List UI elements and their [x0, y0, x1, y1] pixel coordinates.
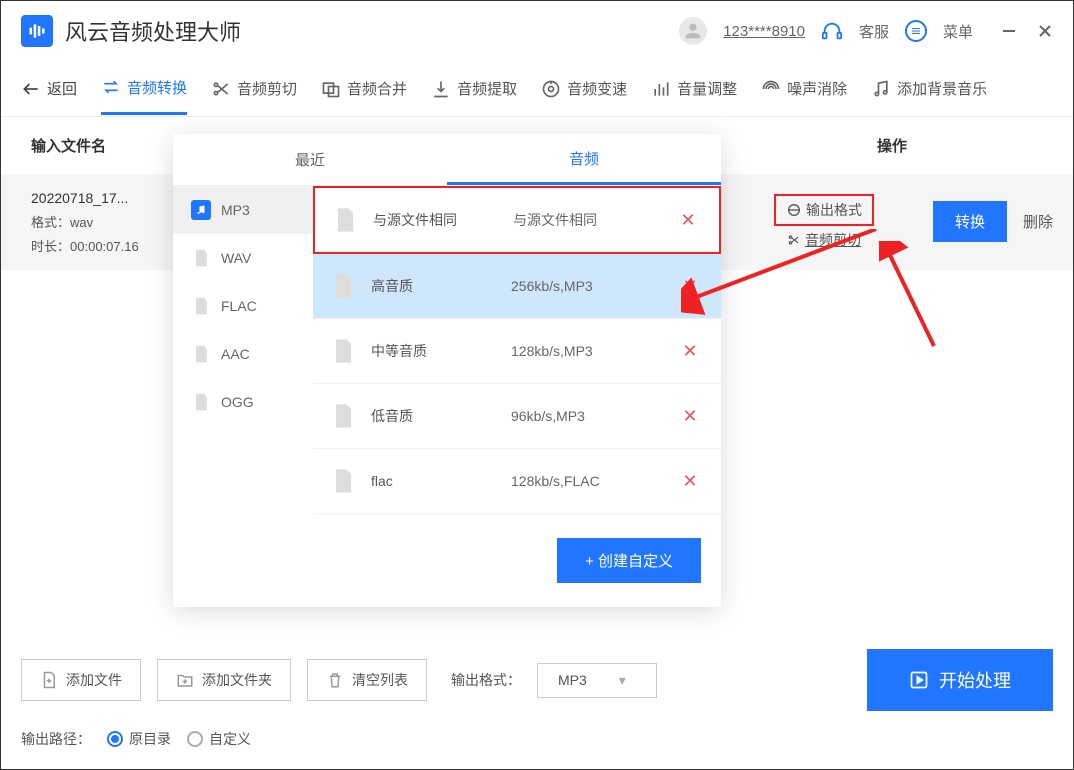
- delete-quality-icon[interactable]: ✕: [673, 210, 703, 231]
- scissors-icon: [211, 79, 231, 99]
- delete-link[interactable]: 删除: [1023, 211, 1053, 232]
- popup-tab-audio[interactable]: 音频: [447, 134, 721, 185]
- format-mp3[interactable]: MP3: [173, 186, 313, 234]
- scissors-small-icon: [787, 233, 801, 247]
- user-id[interactable]: 123****8910: [723, 23, 805, 40]
- app-window: 风云音频处理大师 123****8910 客服 菜单 返回 音频转换 音频剪切: [0, 0, 1074, 770]
- ogg-icon: [191, 392, 211, 412]
- format-ogg[interactable]: OGG: [173, 378, 313, 426]
- volume-icon: [651, 79, 671, 99]
- audio-trim-link[interactable]: 音频剪切: [787, 230, 861, 250]
- close-icon[interactable]: [1037, 23, 1053, 39]
- window-controls: [1001, 23, 1053, 39]
- speed-icon: [541, 79, 561, 99]
- file-icon: [329, 337, 357, 365]
- toolbar: 返回 音频转换 音频剪切 音频合并 音频提取 音频变速 音量调整 噪声消除: [1, 61, 1073, 117]
- convert-button[interactable]: 转换: [933, 201, 1007, 242]
- quality-high[interactable]: 高音质 256kb/s,MP3 ✕: [313, 254, 721, 319]
- add-folder-button[interactable]: 添加文件夹: [157, 659, 291, 701]
- row-right-buttons: 转换 删除: [933, 201, 1053, 242]
- headset-icon[interactable]: [821, 20, 843, 42]
- file-actions: 输出格式 音频剪切: [731, 194, 917, 250]
- file-icon: [329, 272, 357, 300]
- mp3-icon: [191, 200, 211, 220]
- tab-noise-remove[interactable]: 噪声消除: [761, 64, 847, 113]
- tab-bg-music[interactable]: 添加背景音乐: [871, 64, 987, 113]
- back-button[interactable]: 返回: [21, 64, 77, 113]
- user-icon: [682, 20, 704, 42]
- app-title: 风云音频处理大师: [65, 15, 241, 47]
- add-folder-icon: [176, 671, 194, 689]
- aac-icon: [191, 344, 211, 364]
- radio-dot-unchecked-icon: [187, 731, 203, 747]
- flac-icon: [191, 296, 211, 316]
- back-label: 返回: [47, 78, 77, 99]
- convert-icon: [101, 77, 121, 97]
- tab-audio-speed[interactable]: 音频变速: [541, 64, 627, 113]
- bottom-row-path: 输出路径： 原目录 自定义: [21, 729, 1053, 749]
- trash-icon: [326, 671, 344, 689]
- titlebar: 风云音频处理大师 123****8910 客服 菜单: [1, 1, 1073, 61]
- output-format-select[interactable]: MP3: [537, 663, 657, 698]
- bottom-row-buttons: 添加文件 添加文件夹 清空列表 输出格式： MP3 开始处理: [21, 649, 1053, 711]
- menu-label[interactable]: 菜单: [943, 21, 973, 42]
- play-icon: [909, 670, 929, 690]
- titlebar-right: 123****8910 客服 菜单: [679, 17, 1053, 45]
- format-popup: 最近 音频 MP3 WAV FLAC AAC: [173, 134, 721, 607]
- popup-tabs: 最近 音频: [173, 134, 721, 186]
- tab-audio-extract[interactable]: 音频提取: [431, 64, 517, 113]
- output-format-button[interactable]: 输出格式: [774, 194, 874, 226]
- add-file-button[interactable]: 添加文件: [21, 659, 141, 701]
- gear-icon: [786, 202, 802, 218]
- popup-body: MP3 WAV FLAC AAC OGG: [173, 186, 721, 607]
- tab-audio-trim[interactable]: 音频剪切: [211, 64, 297, 113]
- quality-list: 与源文件相同 与源文件相同 ✕ 高音质 256kb/s,MP3 ✕ 中等音质 1…: [313, 186, 721, 607]
- add-file-icon: [40, 671, 58, 689]
- delete-quality-icon[interactable]: ✕: [675, 406, 705, 427]
- clear-list-button[interactable]: 清空列表: [307, 659, 427, 701]
- format-flac[interactable]: FLAC: [173, 282, 313, 330]
- quality-flac[interactable]: flac 128kb/s,FLAC ✕: [313, 449, 721, 514]
- kefu-label[interactable]: 客服: [859, 21, 889, 42]
- output-path-label: 输出路径：: [21, 729, 91, 749]
- output-format-label: 输出格式：: [451, 670, 521, 690]
- extract-icon: [431, 79, 451, 99]
- quality-low[interactable]: 低音质 96kb/s,MP3 ✕: [313, 384, 721, 449]
- delete-quality-icon[interactable]: ✕: [675, 276, 705, 297]
- delete-quality-icon[interactable]: ✕: [675, 471, 705, 492]
- col-actions-header: 操作: [731, 135, 1053, 156]
- create-custom-button[interactable]: + 创建自定义: [557, 538, 701, 583]
- menu-icon[interactable]: [905, 20, 927, 42]
- start-process-button[interactable]: 开始处理: [867, 649, 1053, 711]
- format-aac[interactable]: AAC: [173, 330, 313, 378]
- tab-audio-merge[interactable]: 音频合并: [321, 64, 407, 113]
- radio-custom-dir[interactable]: 自定义: [187, 729, 251, 749]
- merge-icon: [321, 79, 341, 99]
- create-custom-area: + 创建自定义: [313, 514, 721, 607]
- file-icon: [329, 467, 357, 495]
- tab-audio-convert[interactable]: 音频转换: [101, 63, 187, 115]
- bottom-bar: 添加文件 添加文件夹 清空列表 输出格式： MP3 开始处理 输出路径： 原目录: [21, 649, 1053, 749]
- logo-bars-icon: [27, 21, 47, 41]
- file-icon: [329, 402, 357, 430]
- radio-dot-checked-icon: [107, 731, 123, 747]
- radio-original-dir[interactable]: 原目录: [107, 729, 171, 749]
- avatar[interactable]: [679, 17, 707, 45]
- file-icon: [331, 206, 359, 234]
- popup-tab-recent[interactable]: 最近: [173, 134, 447, 185]
- wav-icon: [191, 248, 211, 268]
- tab-volume-adjust[interactable]: 音量调整: [651, 64, 737, 113]
- format-sidebar: MP3 WAV FLAC AAC OGG: [173, 186, 313, 607]
- minimize-icon[interactable]: [1001, 23, 1017, 39]
- delete-quality-icon[interactable]: ✕: [675, 341, 705, 362]
- format-wav[interactable]: WAV: [173, 234, 313, 282]
- arrow-left-icon: [21, 79, 41, 99]
- quality-medium[interactable]: 中等音质 128kb/s,MP3 ✕: [313, 319, 721, 384]
- music-icon: [871, 79, 891, 99]
- app-logo: [21, 15, 53, 47]
- noise-icon: [761, 79, 781, 99]
- quality-same-as-source[interactable]: 与源文件相同 与源文件相同 ✕: [313, 186, 721, 254]
